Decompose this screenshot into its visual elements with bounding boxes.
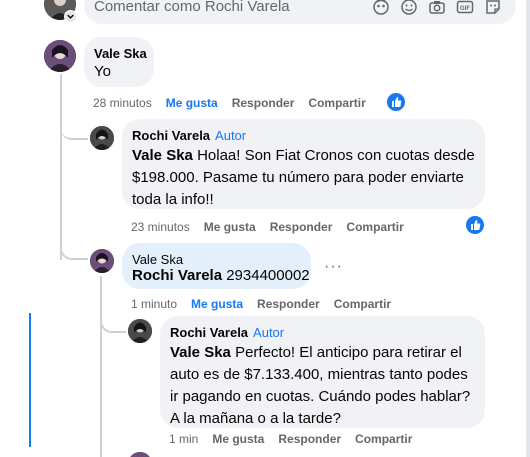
share-button[interactable]: Compartir	[334, 297, 391, 311]
comment-actions: 1 min Me gusta Responder Compartir	[169, 432, 426, 446]
mention-link[interactable]: Vale Ska	[132, 147, 193, 164]
svg-text:GIF: GIF	[460, 6, 470, 12]
chevron-down-icon[interactable]	[64, 10, 77, 23]
comment-bubble: Vale Ska Rochi Varela 2934400002	[122, 243, 311, 289]
avatar[interactable]	[128, 452, 152, 457]
gif-icon[interactable]: GIF	[456, 0, 474, 16]
comment-text: Rochi Varela 2934400002	[132, 267, 310, 284]
focus-indicator	[29, 313, 31, 447]
reply-button[interactable]: Responder	[278, 432, 341, 446]
emoji-icon[interactable]	[400, 0, 418, 16]
share-button[interactable]: Compartir	[308, 96, 365, 110]
share-button[interactable]: Compartir	[355, 432, 412, 446]
comment-timestamp[interactable]: 1 min	[169, 432, 198, 446]
comment-author[interactable]: Rochi Varela	[170, 325, 248, 340]
more-options-icon[interactable]: ···	[324, 258, 343, 276]
comment-actions: 28 minutos Me gusta Responder Compartir	[93, 96, 380, 110]
comment-author-line: Rochi Varela Autor	[132, 128, 246, 143]
reply-button[interactable]: Responder	[232, 96, 295, 110]
like-button[interactable]: Me gusta	[204, 220, 256, 234]
mention-link[interactable]: Rochi Varela	[132, 267, 222, 284]
author-badge: Autor	[253, 325, 285, 340]
avatar[interactable]	[90, 126, 114, 150]
comment-author[interactable]: Vale Ska	[94, 46, 147, 61]
comment-actions: 23 minutos Me gusta Responder Compartir	[131, 220, 418, 234]
like-reaction-icon[interactable]	[387, 93, 405, 111]
comment-input[interactable]: Comentar como Rochi Varela GIF	[84, 0, 516, 24]
comment-text: Vale Ska Perfecto! El anticipo para reti…	[170, 344, 471, 427]
avatar[interactable]	[90, 249, 114, 273]
mention-link[interactable]: Vale Ska	[170, 344, 231, 361]
sticker-icon[interactable]	[484, 0, 502, 16]
thread-connector	[60, 116, 88, 140]
comment-timestamp[interactable]: 1 minuto	[131, 297, 177, 311]
thread-line	[100, 276, 102, 457]
comment-bubble: Rochi Varela Autor Vale Ska Holaa! Son Fi…	[122, 119, 485, 209]
comment-actions: 1 minuto Me gusta Responder Compartir	[131, 297, 405, 311]
comment-timestamp[interactable]: 28 minutos	[93, 96, 152, 110]
composer-icons: GIF	[372, 0, 502, 16]
comment-timestamp[interactable]: 23 minutos	[131, 220, 190, 234]
reply-button[interactable]: Responder	[257, 297, 320, 311]
comment-author-line: Rochi Varela Autor	[170, 325, 284, 340]
avatar[interactable]	[128, 319, 152, 343]
comment-input-placeholder: Comentar como Rochi Varela	[94, 0, 290, 15]
reply-button[interactable]: Responder	[270, 220, 333, 234]
comment-author[interactable]: Rochi Varela	[132, 128, 210, 143]
comment-text: Vale Ska Holaa! Son Fiat Cronos con cuot…	[132, 147, 475, 208]
author-badge: Autor	[215, 128, 247, 143]
comment-bubble: Vale Ska Yo	[84, 37, 154, 87]
like-button[interactable]: Me gusta	[191, 297, 243, 311]
comment-text: Yo	[94, 63, 111, 80]
thread-connector	[60, 238, 88, 260]
avatar[interactable]	[44, 40, 76, 72]
comment-bubble: Rochi Varela Autor Vale Ska Perfecto! El …	[160, 316, 485, 428]
share-button[interactable]: Compartir	[346, 220, 403, 234]
like-button[interactable]: Me gusta	[212, 432, 264, 446]
like-reaction-icon[interactable]	[466, 216, 484, 234]
thread-line	[60, 74, 62, 260]
thread-connector	[100, 313, 126, 333]
thread-connector	[100, 440, 126, 457]
avatar-sticker-icon[interactable]	[372, 0, 390, 16]
scrollbar[interactable]	[526, 0, 530, 457]
like-button[interactable]: Me gusta	[166, 96, 218, 110]
camera-icon[interactable]	[428, 0, 446, 16]
